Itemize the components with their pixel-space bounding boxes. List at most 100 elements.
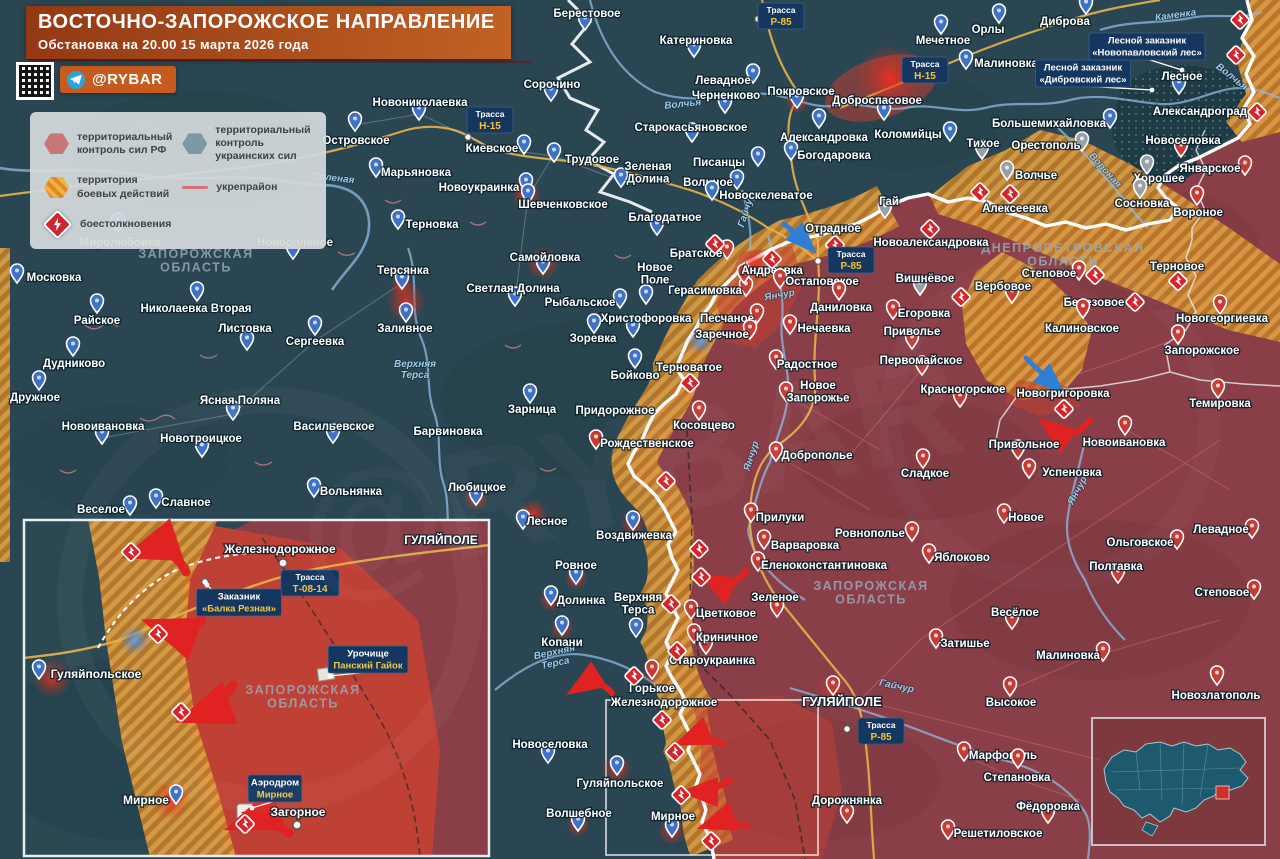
svg-text:Заказник: Заказник — [218, 592, 261, 603]
town-label: Ровнополье — [835, 528, 905, 540]
svg-text:Мирное: Мирное — [257, 790, 293, 801]
town-label: Веселое — [77, 504, 125, 516]
town: Барвиновка — [412, 425, 484, 440]
town-label: Черненково — [692, 90, 760, 102]
town-label: Мирное — [651, 811, 695, 823]
town-label: Орлы — [972, 24, 1005, 36]
locator-highlight — [1215, 785, 1230, 800]
town-label: Новотроицкое — [160, 433, 242, 445]
town: ГУЛЯЙПОЛЕ — [403, 531, 479, 549]
town-label: Старокасьяновское — [635, 122, 748, 134]
junction-dot — [464, 133, 472, 141]
town-label: Терновка — [405, 219, 459, 231]
svg-text:«Новопавловский лес»: «Новопавловский лес» — [1092, 48, 1202, 59]
rybar-banner[interactable]: @RYBAR — [60, 66, 177, 93]
town-label: Яблоково — [934, 552, 990, 564]
town-label: Гуляйпольское — [51, 667, 142, 681]
page-subtitle: Обстановка на 20.00 15 марта 2026 года — [38, 37, 309, 52]
town-label: Диброва — [1040, 16, 1090, 28]
town-label: Доброполье — [782, 450, 853, 462]
town-label: Богодаровка — [797, 150, 871, 162]
svg-text:Аэродром: Аэродром — [251, 778, 299, 789]
title-block: ВОСТОЧНО-ЗАПОРОЖСКОЕ НАПРАВЛЕНИЕ Обстано… — [26, 6, 511, 59]
map-screenshot: ✈ ЗАПОРОЖСКАЯОБЛАСТЬДНЕПРОПЕТРОВСКАЯОБЛА… — [0, 0, 1280, 859]
town-label: Первомайское — [880, 355, 963, 367]
qr-code — [16, 62, 54, 100]
junction-dot — [843, 725, 851, 733]
town-label: Николаевка Вторая — [140, 303, 251, 315]
town-label: ГУЛЯЙПОЛЕ — [404, 532, 478, 547]
road-sign: Трасса Т-08-14 — [280, 569, 340, 597]
town: Терновое — [1149, 260, 1206, 275]
town-label: Мирное — [123, 793, 169, 807]
town: Отрадное — [804, 222, 862, 237]
town-label: ГУЛЯЙПОЛЕ — [802, 694, 882, 709]
town-label: Левадное — [695, 75, 750, 87]
town-label: Христофоровка — [601, 313, 692, 325]
river-label: Верхняя — [394, 359, 436, 370]
town-label: Зеленое — [751, 592, 799, 604]
town-label: Отрадное — [805, 223, 861, 235]
town-label: Московка — [27, 272, 82, 284]
svg-text:Трасса: Трасса — [836, 249, 865, 259]
town-label: Егоровка — [898, 308, 951, 320]
svg-text:Трасса: Трасса — [910, 59, 939, 69]
town-label: Успеновка — [1042, 467, 1102, 479]
town-label: Сорочино — [524, 79, 581, 91]
fortification-icon — [182, 186, 209, 189]
town-label: Лесное — [526, 516, 567, 528]
town-label: Вольнянка — [320, 486, 383, 498]
town-label: Александроград — [1153, 106, 1248, 118]
town-label: Январское — [1180, 163, 1241, 175]
legend-item-rf-control: территориальный контроль сил РФ — [44, 124, 172, 163]
town-label: Запорожское — [1165, 345, 1240, 357]
town-label: Волчье — [1015, 170, 1057, 182]
rf-control-icon — [44, 133, 69, 155]
svg-text:«Балка Резная»: «Балка Резная» — [202, 604, 276, 615]
town: Терноватое — [655, 361, 724, 376]
town-label: Ольговское — [1106, 537, 1173, 549]
town-label: Новое — [1008, 512, 1044, 524]
town-label: Воздвижевка — [596, 530, 673, 542]
town-label: Лесное — [1161, 71, 1202, 83]
town-label: Алексеевка — [982, 203, 1048, 215]
town-label: Берестовое — [553, 8, 620, 20]
town-label: Степановка — [984, 772, 1051, 784]
town-label: Ровное — [555, 560, 597, 572]
town-label: Сладкое — [901, 468, 949, 480]
ukraine-locator — [1091, 717, 1266, 846]
town-label: Новоукраинка — [439, 182, 520, 194]
town-label: Гуляйпольское — [577, 778, 664, 790]
town-label: Левадное — [1193, 524, 1248, 536]
town-label: Новониколаевка — [373, 97, 469, 109]
svg-text:Панский Гайок: Панский Гайок — [333, 661, 402, 672]
town-label: Светлая Долина — [466, 283, 560, 295]
town-label: Васильевское — [293, 421, 374, 433]
town-label: Остаповское — [785, 276, 859, 288]
town-label: Решетиловское — [954, 828, 1043, 840]
svg-text:Трасса: Трасса — [766, 5, 795, 15]
town-label: Новоселовка — [512, 739, 588, 751]
combat-zone-icon — [44, 177, 69, 198]
town-label: Ясная Поляна — [200, 395, 281, 407]
town-label: Прилуки — [756, 512, 805, 524]
town: Железнодорожное — [608, 696, 718, 711]
town-label: Катериновка — [660, 35, 733, 47]
town-label: Калиновское — [1045, 323, 1119, 335]
svg-text:Трасса: Трасса — [295, 572, 324, 582]
town-label: Приволье — [884, 326, 941, 338]
town-label: Полтавка — [1089, 561, 1143, 573]
town-label: Новогеоргиевка — [1176, 313, 1269, 325]
junction-dot — [814, 257, 822, 265]
town-label: Новоивановка — [62, 421, 145, 433]
town-label: Березовое — [1064, 297, 1125, 309]
town-dot — [292, 820, 302, 830]
town: Новоалександровка — [872, 236, 990, 251]
town-label: Красногорское — [921, 384, 1006, 396]
ua-control-icon — [182, 133, 208, 155]
svg-text:Урочище: Урочище — [347, 649, 389, 660]
town-label: Дружное — [10, 392, 60, 404]
town-label: Малиновка — [974, 58, 1038, 70]
svg-text:Н-15: Н-15 — [914, 71, 936, 82]
town-label: Долинка — [557, 595, 606, 607]
